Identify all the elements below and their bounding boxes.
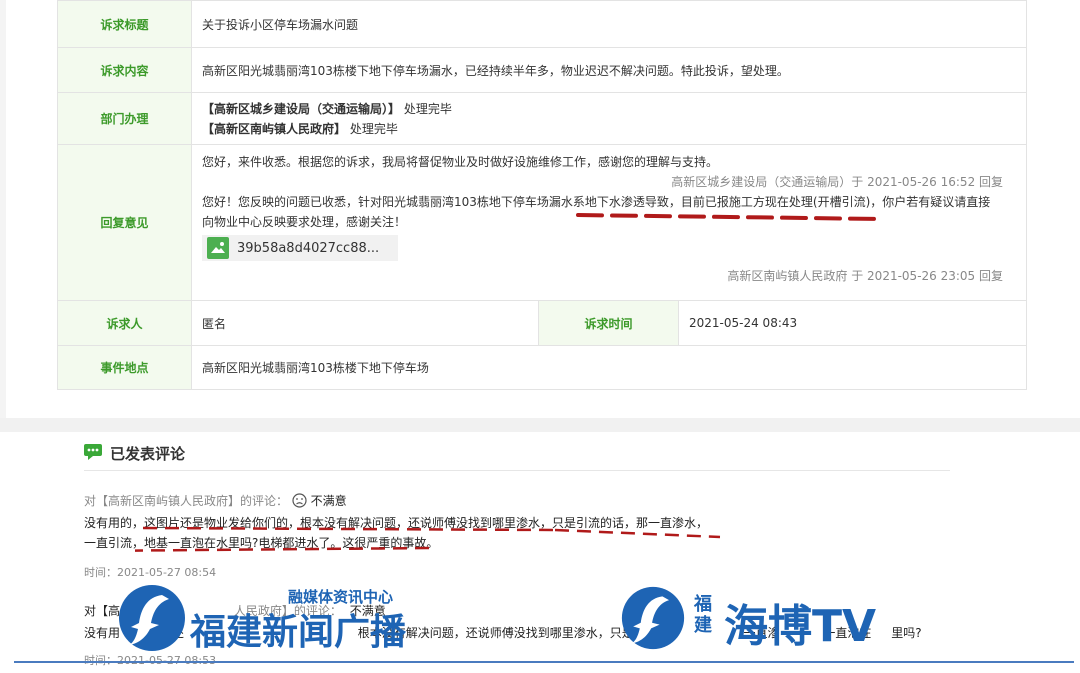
attachment-chip[interactable]: 39b58a8d4027cc88... xyxy=(202,235,398,261)
person-label: 诉求人 xyxy=(57,300,192,346)
title-value: 关于投诉小区停车场漏水问题 xyxy=(190,0,1028,48)
dept-2-name: 【高新区南屿镇人民政府】 xyxy=(202,121,347,136)
content-label: 诉求内容 xyxy=(57,47,192,93)
dept-2-status: 处理完毕 xyxy=(349,121,398,136)
annotation-underline-comment xyxy=(135,526,721,552)
row-person: 诉求人 匿名 诉求时间 2021-05-24 08:43 xyxy=(57,300,1028,346)
row-content: 诉求内容 高新区阳光城翡丽湾103栋楼下地下停车场漏水，已经持续半年多，物业迟迟… xyxy=(57,47,1028,93)
annotation-underline-reply xyxy=(576,213,884,221)
row-title: 诉求标题 关于投诉小区停车场漏水问题 xyxy=(57,0,1028,48)
watermark-right-main: 海博TV xyxy=(724,601,877,652)
section-divider xyxy=(0,418,1080,432)
comment-2-target-a: 对【高 xyxy=(84,604,121,618)
content-value: 高新区阳光城翡丽湾103栋楼下地下停车场漏水，已经持续半年多，物业迟迟不解决问题… xyxy=(190,47,1028,93)
comment-1-target: 对【高新区南屿镇人民政府】的评论： xyxy=(84,494,289,508)
comments-title: 已发表评论 xyxy=(110,445,186,463)
location-label: 事件地点 xyxy=(57,345,192,390)
reply-label: 回复意见 xyxy=(57,144,192,301)
comment-bubble-icon xyxy=(84,444,102,460)
row-location: 事件地点 高新区阳光城翡丽湾103栋楼下地下停车场 xyxy=(57,345,1028,390)
bottom-rule xyxy=(14,661,1074,663)
attachment-name: 39b58a8d4027cc88... xyxy=(237,240,380,256)
title-label: 诉求标题 xyxy=(57,0,192,48)
comments-rule xyxy=(84,470,950,471)
location-value: 高新区阳光城翡丽湾103栋楼下地下停车场 xyxy=(190,345,1028,390)
reply-2-meta: 高新区南屿镇人民政府 于 2021-05-26 23:05 回复 xyxy=(727,269,1004,283)
dept-value: 【高新区城乡建设局（交通运输局）】 处理完毕 【高新区南屿镇人民政府】 处理完毕 xyxy=(190,92,1028,145)
comment-1-rating: 不满意 xyxy=(310,494,347,508)
time-value: 2021-05-24 08:43 xyxy=(677,300,1028,346)
dept-1-name: 【高新区城乡建设局（交通运输局）】 xyxy=(202,101,401,116)
unsatisfied-face-icon xyxy=(292,493,307,508)
row-department: 部门办理 【高新区城乡建设局（交通运输局）】 处理完毕 【高新区南屿镇人民政府】… xyxy=(57,92,1028,145)
watermark-right-small-2: 建 xyxy=(694,615,712,636)
petition-detail-table: 诉求标题 关于投诉小区停车场漏水问题 诉求内容 高新区阳光城翡丽湾103栋楼下地… xyxy=(57,0,1028,390)
reply-1-text: 您好，来件收悉。根据您的诉求，我局将督促物业及时做好设施维修工作，感谢您的理解与… xyxy=(202,155,719,169)
dept-label: 部门办理 xyxy=(57,92,192,145)
comment-1-time: 时间：2021-05-27 08:54 xyxy=(84,566,217,579)
time-label: 诉求时间 xyxy=(538,300,679,346)
left-scroll-gutter xyxy=(0,0,6,420)
dept-1-status: 处理完毕 xyxy=(403,101,452,116)
comment-1-header: 对【高新区南屿镇人民政府】的评论： 不满意 xyxy=(84,492,347,509)
reply-1-meta: 高新区城乡建设局（交通运输局）于 2021-05-26 16:52 回复 xyxy=(671,175,1004,189)
haibo-tv-logo-icon xyxy=(621,586,685,650)
fujian-radio-logo-icon xyxy=(119,585,185,651)
watermark-right-small-1: 福 xyxy=(694,594,712,615)
person-value: 匿名 xyxy=(191,300,539,346)
watermark-left-main: 福建新闻广播 xyxy=(190,612,407,653)
reply-2-line1: 您好！您反映的问题已收悉，针对阳光城翡丽湾103栋地下停车场漏水系地下水渗透导致… xyxy=(202,195,991,209)
c2-part-a: 没有用 xyxy=(84,626,121,640)
c2-part-g: 里吗? xyxy=(891,626,922,640)
image-icon xyxy=(207,237,229,259)
